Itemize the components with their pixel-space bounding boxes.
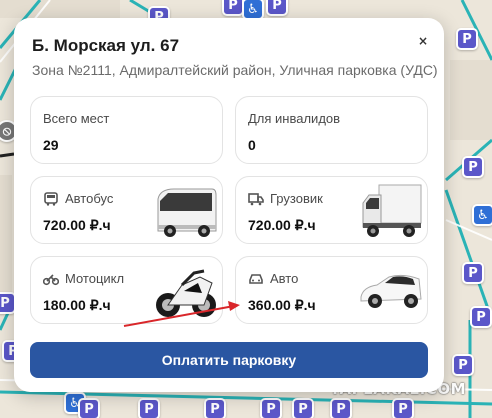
parking-marker[interactable]: P xyxy=(266,0,288,16)
parking-address-title: Б. Морская ул. 67 xyxy=(32,36,180,55)
car-image xyxy=(360,274,422,308)
motorcycle-icon xyxy=(43,273,59,285)
tariff-truck-price: 720.00 ₽.ч xyxy=(248,217,316,233)
parking-marker[interactable]: P xyxy=(138,398,160,418)
tariff-truck-label: Грузовик xyxy=(270,191,323,206)
parking-info-card: × Б. Морская ул. 67 Зона №2111, Адмиралт… xyxy=(14,18,444,392)
tariff-motorcycle-tile[interactable]: Мотоцикл 180.00 ₽.ч xyxy=(30,256,223,324)
tariff-motorcycle-label: Мотоцикл xyxy=(65,271,125,286)
total-spots-label: Всего мест xyxy=(43,111,110,126)
parking-marker[interactable]: P xyxy=(292,398,314,418)
bus-icon xyxy=(44,191,58,206)
truck-image xyxy=(362,184,422,237)
parking-marker[interactable]: P xyxy=(222,0,244,16)
accessible-parking-marker[interactable]: ♿ xyxy=(242,0,264,20)
total-spots-tile: Всего мест 29 xyxy=(30,96,223,164)
parking-zone-subtitle: Зона №2111, Адмиралтейский район, Улична… xyxy=(32,62,438,78)
tariff-bus-label: Автобус xyxy=(65,191,114,206)
car-icon xyxy=(249,273,263,284)
tariff-grid: Всего мест 29 Для инвалидов 0 Автобус 72… xyxy=(30,96,428,324)
parking-marker[interactable]: P xyxy=(392,398,414,418)
close-button[interactable]: × xyxy=(412,30,434,52)
bus-image xyxy=(157,188,217,237)
truck-icon xyxy=(248,192,264,205)
tariff-car-label: Авто xyxy=(270,271,299,286)
parking-marker[interactable]: P xyxy=(452,354,474,376)
tariff-car-price: 360.00 ₽.ч xyxy=(248,297,316,313)
motorcycle-image xyxy=(156,269,216,317)
parking-marker[interactable]: P xyxy=(204,398,226,418)
parking-marker[interactable]: P xyxy=(456,28,478,50)
tariff-car-tile[interactable]: Авто 360.00 ₽.ч xyxy=(235,256,428,324)
tariff-motorcycle-price: 180.00 ₽.ч xyxy=(43,297,111,313)
parking-marker[interactable]: P xyxy=(470,306,492,328)
accessible-parking-marker[interactable]: ♿ xyxy=(472,204,492,226)
parking-marker[interactable]: P xyxy=(462,156,484,178)
pay-parking-button[interactable]: Оплатить парковку xyxy=(30,342,428,378)
disabled-spots-value: 0 xyxy=(248,137,256,153)
parking-marker[interactable]: P xyxy=(260,398,282,418)
parking-marker[interactable]: P xyxy=(462,262,484,284)
tariff-bus-tile[interactable]: Автобус 720.00 ₽.ч xyxy=(30,176,223,244)
tariff-truck-tile[interactable]: Грузовик 720.00 ₽.ч xyxy=(235,176,428,244)
disabled-spots-label: Для инвалидов xyxy=(248,111,341,126)
parking-marker[interactable]: P xyxy=(330,398,352,418)
disabled-spots-tile: Для инвалидов 0 xyxy=(235,96,428,164)
parking-marker[interactable]: P xyxy=(78,398,100,418)
total-spots-value: 29 xyxy=(43,137,59,153)
tariff-bus-price: 720.00 ₽.ч xyxy=(43,217,111,233)
